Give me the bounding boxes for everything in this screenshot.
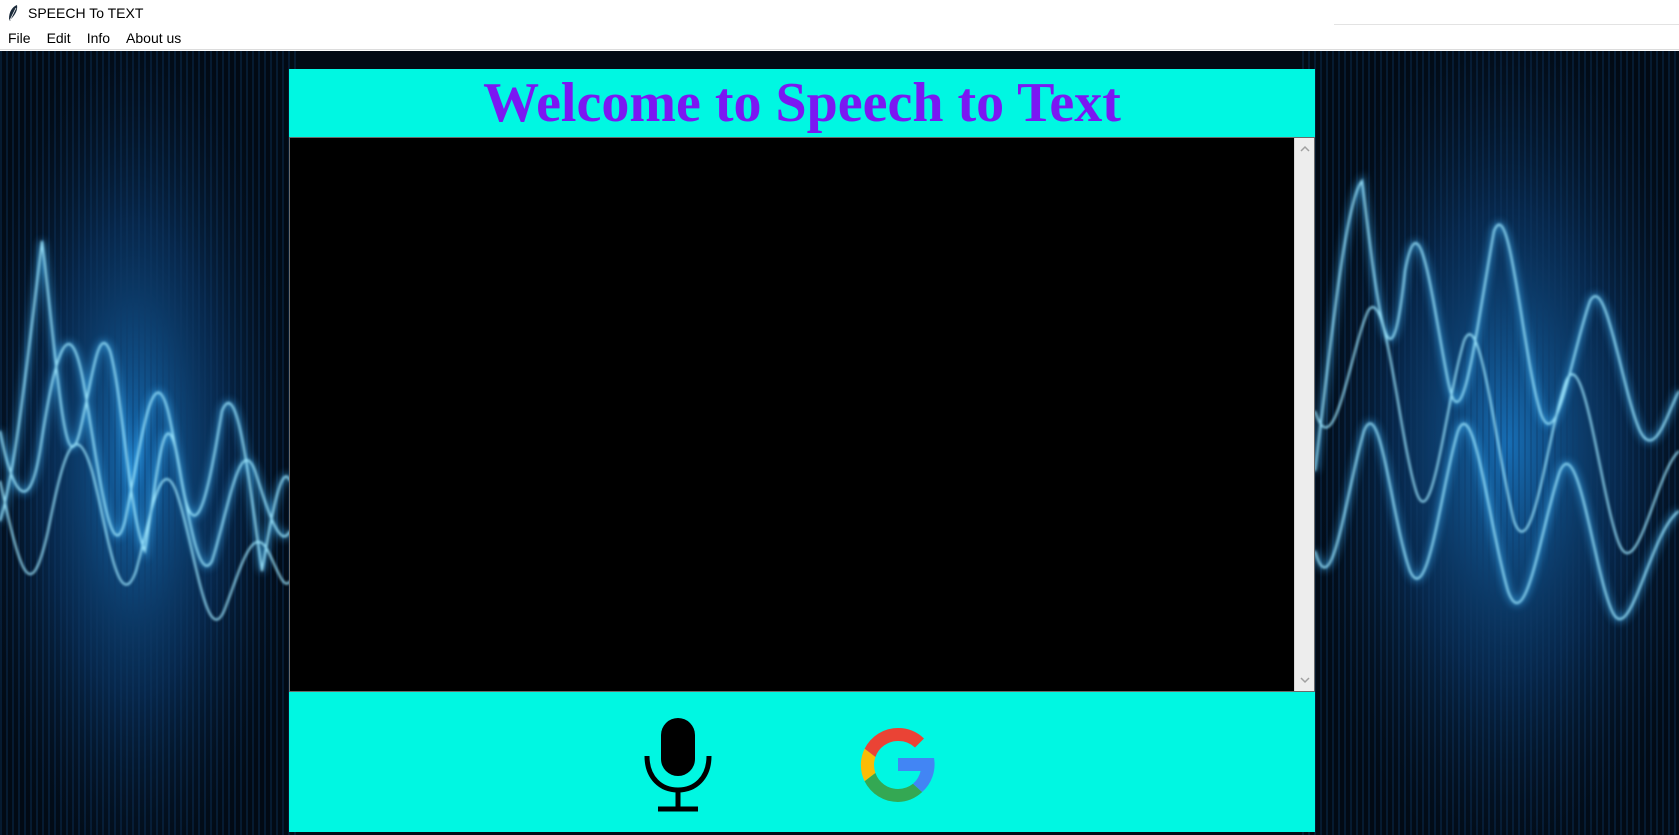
google-search-button[interactable] bbox=[855, 722, 941, 808]
window-titlebar: SPEECH To TEXT bbox=[0, 0, 1679, 26]
vertical-scrollbar[interactable] bbox=[1294, 138, 1314, 691]
menu-bar: File Edit Info About us bbox=[0, 26, 1679, 50]
app-canvas: Welcome to Speech to Text bbox=[0, 51, 1679, 835]
microphone-button[interactable] bbox=[641, 714, 715, 816]
menu-edit[interactable]: Edit bbox=[39, 27, 79, 49]
microphone-icon bbox=[644, 718, 712, 812]
titlebar-divider bbox=[1334, 24, 1679, 25]
scroll-up-arrow-icon[interactable] bbox=[1295, 140, 1314, 158]
feather-icon bbox=[4, 3, 22, 23]
welcome-banner: Welcome to Speech to Text bbox=[289, 69, 1315, 137]
google-logo-icon bbox=[860, 727, 935, 803]
scroll-down-arrow-icon[interactable] bbox=[1295, 671, 1314, 689]
menu-about-us[interactable]: About us bbox=[118, 27, 189, 49]
transcript-textarea[interactable] bbox=[289, 137, 1315, 692]
menu-info[interactable]: Info bbox=[79, 27, 118, 49]
menu-file[interactable]: File bbox=[0, 27, 39, 49]
welcome-heading: Welcome to Speech to Text bbox=[483, 72, 1121, 134]
window-title: SPEECH To TEXT bbox=[28, 5, 144, 21]
control-panel bbox=[289, 692, 1315, 832]
